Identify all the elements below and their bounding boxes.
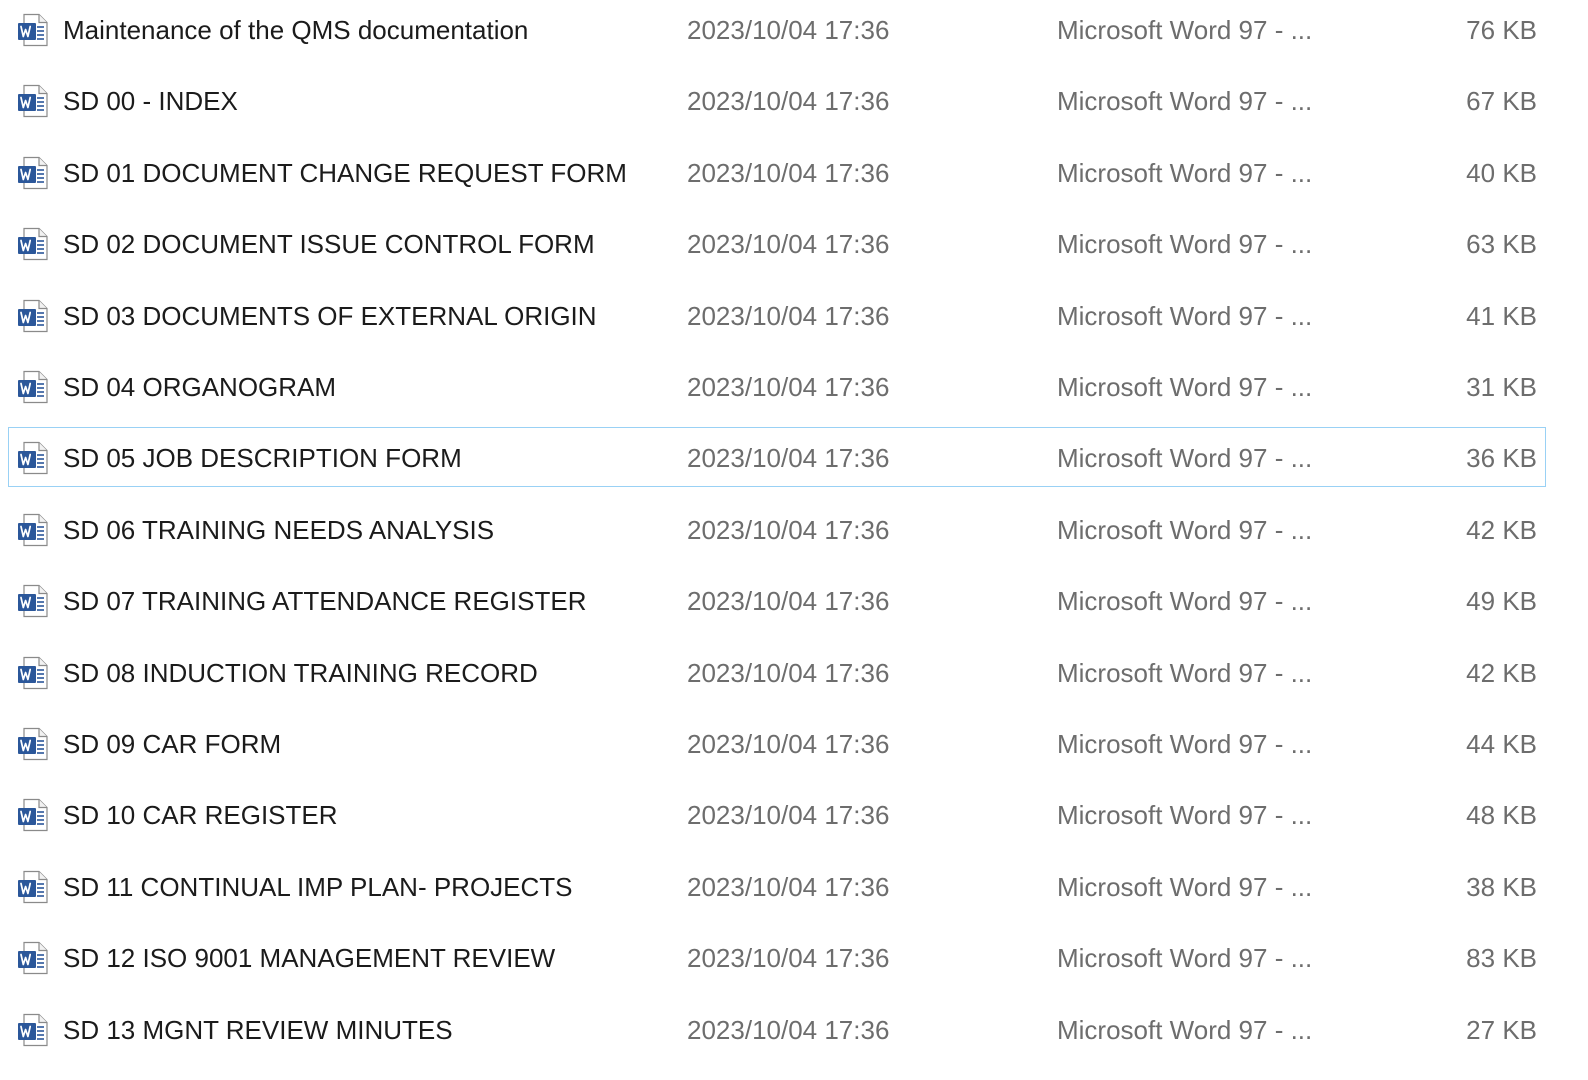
- word-document-icon: [17, 156, 49, 190]
- file-name: SD 06 TRAINING NEEDS ANALYSIS: [63, 514, 495, 545]
- file-date-modified: 2023/10/04 17:36: [687, 657, 890, 688]
- file-size: 63 KB: [1466, 229, 1537, 260]
- file-type: Microsoft Word 97 - ...: [1057, 514, 1313, 545]
- file-name: SD 08 INDUCTION TRAINING RECORD: [63, 657, 538, 688]
- file-size: 36 KB: [1466, 443, 1537, 474]
- file-type: Microsoft Word 97 - ...: [1057, 443, 1313, 474]
- file-type: Microsoft Word 97 - ...: [1057, 800, 1313, 831]
- file-date-modified: 2023/10/04 17:36: [687, 1014, 890, 1045]
- file-size: 38 KB: [1466, 871, 1537, 902]
- file-type: Microsoft Word 97 - ...: [1057, 871, 1313, 902]
- file-type: Microsoft Word 97 - ...: [1057, 586, 1313, 617]
- file-name: SD 03 DOCUMENTS OF EXTERNAL ORIGIN: [63, 300, 597, 331]
- file-date-modified: 2023/10/04 17:36: [687, 871, 890, 902]
- file-type: Microsoft Word 97 - ...: [1057, 300, 1313, 331]
- word-document-icon: [17, 370, 49, 404]
- file-row[interactable]: SD 13 MGNT REVIEW MINUTES 2023/10/04 17:…: [8, 999, 1546, 1059]
- file-size: 40 KB: [1466, 157, 1537, 188]
- file-row[interactable]: SD 12 ISO 9001 MANAGEMENT REVIEW 2023/10…: [8, 927, 1546, 987]
- file-row[interactable]: SD 11 CONTINUAL IMP PLAN- PROJECTS 2023/…: [8, 856, 1546, 916]
- file-name: SD 09 CAR FORM: [63, 729, 282, 759]
- word-document-icon: [17, 584, 49, 618]
- file-date-modified: 2023/10/04 17:36: [687, 15, 890, 45]
- file-list: Maintenance of the QMS documentation 202…: [0, 0, 1588, 1080]
- file-size: 27 KB: [1466, 1014, 1537, 1045]
- file-size: 41 KB: [1466, 300, 1537, 331]
- file-size: 31 KB: [1466, 372, 1537, 402]
- file-row[interactable]: SD 01 DOCUMENT CHANGE REQUEST FORM 2023/…: [8, 142, 1546, 202]
- file-row[interactable]: SD 09 CAR FORM 2023/10/04 17:36 Microsof…: [8, 713, 1546, 773]
- file-type: Microsoft Word 97 - ...: [1057, 157, 1313, 188]
- file-size: 42 KB: [1466, 514, 1537, 545]
- file-row[interactable]: SD 05 JOB DESCRIPTION FORM 2023/10/04 17…: [8, 427, 1546, 488]
- file-date-modified: 2023/10/04 17:36: [687, 229, 890, 260]
- word-document-icon: [17, 656, 49, 690]
- word-document-icon: [17, 1013, 49, 1047]
- file-row[interactable]: SD 08 INDUCTION TRAINING RECORD 2023/10/…: [8, 642, 1546, 702]
- word-document-icon: [17, 227, 49, 261]
- file-name: SD 10 CAR REGISTER: [63, 800, 338, 831]
- file-name: SD 07 TRAINING ATTENDANCE REGISTER: [63, 586, 587, 617]
- word-document-icon: [17, 299, 49, 333]
- file-size: 76 KB: [1466, 15, 1537, 45]
- file-row[interactable]: SD 06 TRAINING NEEDS ANALYSIS 2023/10/04…: [8, 499, 1546, 559]
- file-row[interactable]: SD 04 ORGANOGRAM 2023/10/04 17:36 Micros…: [8, 356, 1546, 416]
- file-date-modified: 2023/10/04 17:36: [687, 86, 890, 117]
- file-type: Microsoft Word 97 - ...: [1057, 729, 1313, 759]
- file-name: SD 12 ISO 9001 MANAGEMENT REVIEW: [63, 943, 556, 974]
- file-name: SD 02 DOCUMENT ISSUE CONTROL FORM: [63, 229, 595, 260]
- file-size: 83 KB: [1466, 943, 1537, 974]
- file-size: 49 KB: [1466, 586, 1537, 617]
- file-name: Maintenance of the QMS documentation: [63, 15, 529, 45]
- file-type: Microsoft Word 97 - ...: [1057, 86, 1313, 117]
- file-name: SD 00 - INDEX: [63, 86, 238, 117]
- file-row[interactable]: SD 02 DOCUMENT ISSUE CONTROL FORM 2023/1…: [8, 213, 1546, 273]
- file-type: Microsoft Word 97 - ...: [1057, 15, 1313, 45]
- word-document-icon: [17, 13, 49, 47]
- file-row[interactable]: SD 00 - INDEX 2023/10/04 17:36 Microsoft…: [8, 70, 1546, 130]
- file-date-modified: 2023/10/04 17:36: [687, 586, 890, 617]
- file-size: 67 KB: [1466, 86, 1537, 117]
- file-name: SD 11 CONTINUAL IMP PLAN- PROJECTS: [63, 871, 573, 902]
- file-size: 48 KB: [1466, 800, 1537, 831]
- word-document-icon: [17, 798, 49, 832]
- word-document-icon: [17, 513, 49, 547]
- file-name: SD 13 MGNT REVIEW MINUTES: [63, 1014, 453, 1045]
- file-name: SD 04 ORGANOGRAM: [63, 372, 337, 402]
- word-document-icon: [17, 941, 49, 975]
- file-size: 42 KB: [1466, 657, 1537, 688]
- file-row[interactable]: SD 03 DOCUMENTS OF EXTERNAL ORIGIN 2023/…: [8, 285, 1546, 345]
- file-type: Microsoft Word 97 - ...: [1057, 943, 1313, 974]
- file-name: SD 01 DOCUMENT CHANGE REQUEST FORM: [63, 157, 627, 188]
- file-date-modified: 2023/10/04 17:36: [687, 372, 890, 402]
- word-document-icon: [17, 441, 49, 475]
- file-date-modified: 2023/10/04 17:36: [687, 514, 890, 545]
- file-type: Microsoft Word 97 - ...: [1057, 229, 1313, 260]
- file-date-modified: 2023/10/04 17:36: [687, 443, 890, 474]
- file-row[interactable]: SD 07 TRAINING ATTENDANCE REGISTER 2023/…: [8, 570, 1546, 630]
- file-type: Microsoft Word 97 - ...: [1057, 1014, 1313, 1045]
- file-row[interactable]: SD 10 CAR REGISTER 2023/10/04 17:36 Micr…: [8, 784, 1546, 844]
- word-document-icon: [17, 870, 49, 904]
- file-date-modified: 2023/10/04 17:36: [687, 729, 890, 759]
- file-date-modified: 2023/10/04 17:36: [687, 800, 890, 831]
- file-type: Microsoft Word 97 - ...: [1057, 657, 1313, 688]
- file-type: Microsoft Word 97 - ...: [1057, 372, 1313, 402]
- file-name: SD 05 JOB DESCRIPTION FORM: [63, 443, 462, 474]
- file-date-modified: 2023/10/04 17:36: [687, 157, 890, 188]
- word-document-icon: [17, 727, 49, 761]
- file-row[interactable]: Maintenance of the QMS documentation 202…: [8, 0, 1546, 59]
- word-document-icon: [17, 84, 49, 118]
- file-date-modified: 2023/10/04 17:36: [687, 300, 890, 331]
- file-size: 44 KB: [1466, 729, 1537, 759]
- file-date-modified: 2023/10/04 17:36: [687, 943, 890, 974]
